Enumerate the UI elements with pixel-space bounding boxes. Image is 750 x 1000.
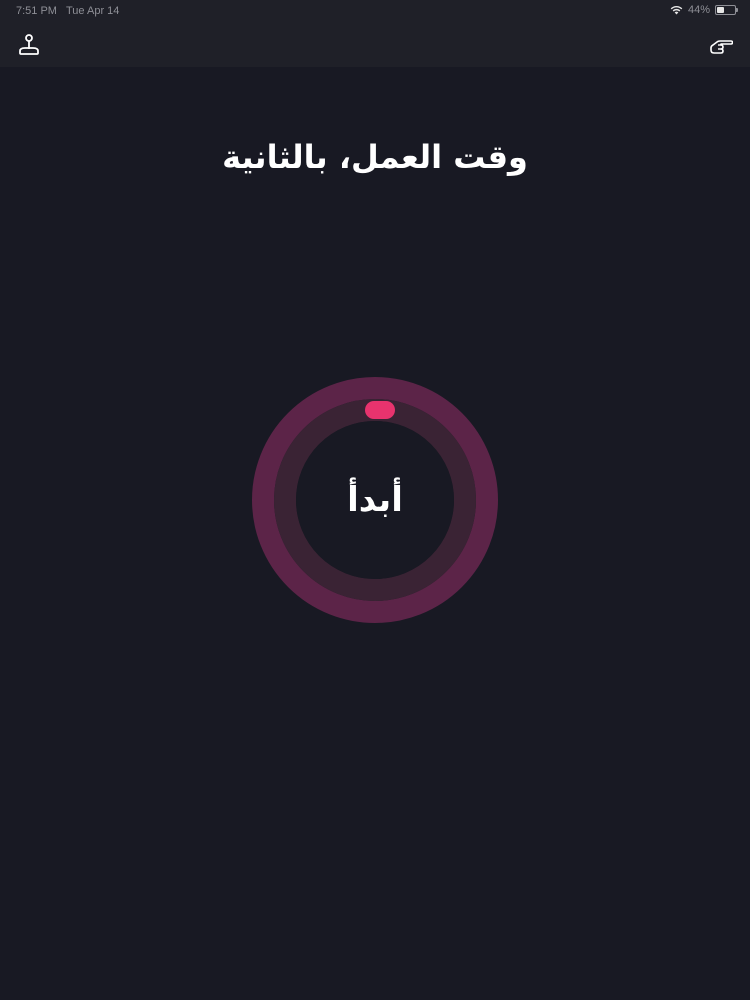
pointing-hand-button[interactable] [708, 32, 734, 58]
status-bar: 7:51 PM Tue Apr 14 44% [0, 0, 750, 22]
battery-percent: 44% [687, 4, 710, 16]
battery-level [717, 7, 725, 13]
pointing-hand-icon [710, 40, 733, 54]
joystick-icon [19, 34, 39, 55]
timer-ring[interactable]: أبدأ [252, 377, 498, 623]
battery-icon [715, 5, 738, 15]
nav-bar [0, 22, 750, 67]
page-title: وقت العمل، بالثانية [222, 138, 528, 176]
start-button[interactable]: أبدأ [252, 377, 498, 623]
status-indicators: 44% [670, 4, 738, 16]
joystick-button[interactable] [16, 32, 42, 58]
status-time: 7:51 PM [16, 5, 57, 17]
wifi-icon [670, 5, 683, 15]
status-date: Tue Apr 14 [66, 5, 120, 17]
